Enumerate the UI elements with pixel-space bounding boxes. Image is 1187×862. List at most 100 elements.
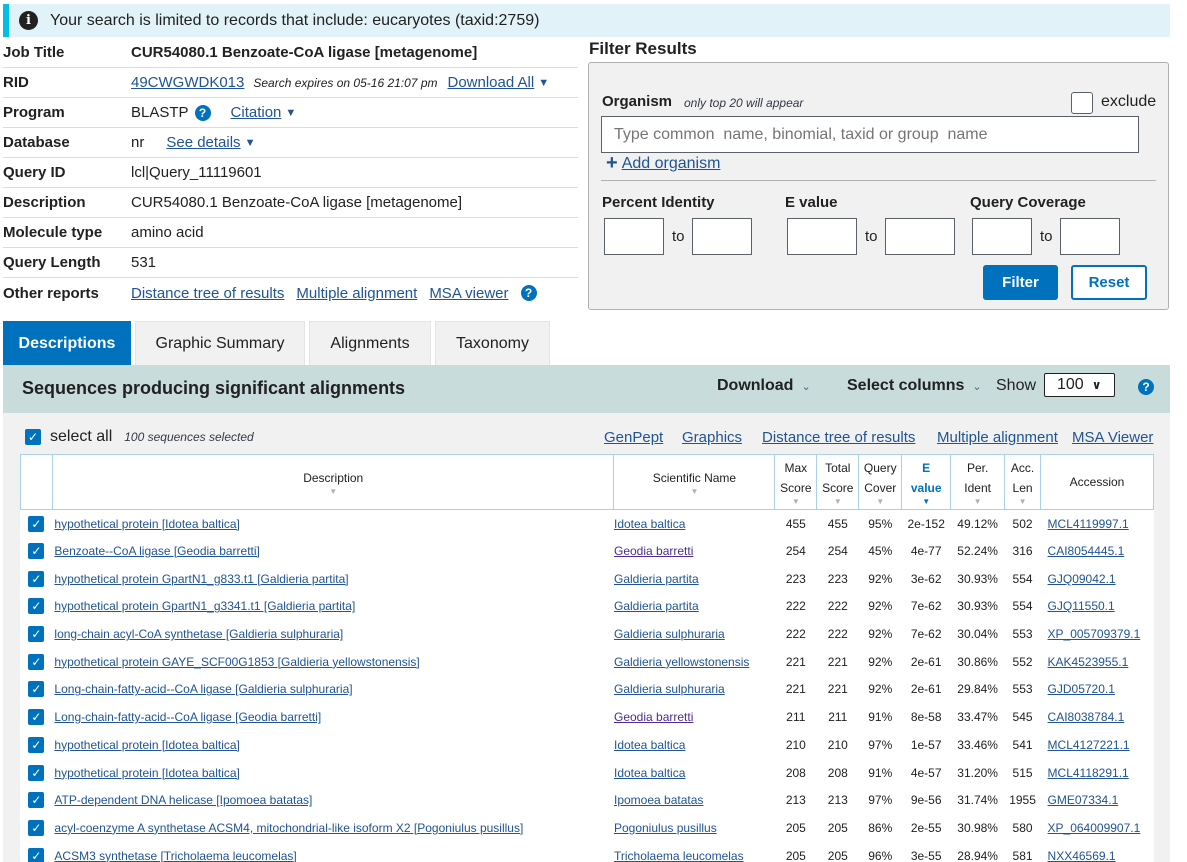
scientific-name-link[interactable]: Galdieria sulphuraria — [614, 627, 725, 641]
accession-link[interactable]: GME07334.1 — [1048, 793, 1119, 807]
row-checkbox[interactable]: ✓ — [28, 764, 45, 781]
msa-viewer-link[interactable]: MSA Viewer — [1072, 429, 1153, 446]
scientific-name-link[interactable]: Idotea baltica — [614, 738, 685, 752]
query-coverage-max-input[interactable] — [1060, 218, 1120, 255]
select-all-checkbox[interactable]: ✓ — [25, 429, 41, 445]
row-checkbox[interactable]: ✓ — [28, 626, 45, 643]
accession-link[interactable]: XP_005709379.1 — [1048, 627, 1141, 641]
scientific-name-link[interactable]: Pogoniulus pusillus — [614, 821, 717, 835]
graphics-link[interactable]: Graphics — [682, 429, 742, 446]
description-link[interactable]: hypothetical protein [Idotea baltica] — [54, 517, 239, 531]
row-checkbox[interactable]: ✓ — [28, 653, 45, 670]
scientific-name-link[interactable]: Idotea baltica — [614, 766, 685, 780]
row-checkbox[interactable]: ✓ — [28, 819, 45, 836]
percent-identity-min-input[interactable] — [604, 218, 664, 255]
scientific-name-link[interactable]: Geodia barretti — [614, 544, 693, 558]
organism-input[interactable] — [601, 116, 1139, 153]
row-checkbox[interactable]: ✓ — [28, 515, 45, 532]
header-accession[interactable]: Accession — [1040, 454, 1154, 510]
evalue-max-input[interactable] — [885, 218, 955, 255]
header-per-ident[interactable]: Per. Ident ▼ — [950, 454, 1006, 510]
accession-link[interactable]: GJQ11550.1 — [1048, 599, 1115, 613]
header-scientific-name[interactable]: Scientific Name ▼ — [613, 454, 776, 510]
download-all-link[interactable]: Download All — [448, 74, 535, 91]
description-link[interactable]: long-chain acyl-CoA synthetase [Galdieri… — [54, 627, 343, 641]
multiple-alignment-link[interactable]: Multiple alignment — [296, 285, 417, 302]
multiple-alignment-link[interactable]: Multiple alignment — [937, 429, 1058, 446]
select-columns-dropdown[interactable]: Select columns ⌄ — [847, 377, 982, 395]
scientific-name-link[interactable]: Galdieria partita — [614, 572, 699, 586]
select-all-control[interactable]: ✓ select all 100 sequences selected — [25, 428, 254, 446]
reset-button[interactable]: Reset — [1071, 265, 1147, 300]
description-link[interactable]: ATP-dependent DNA helicase [Ipomoea bata… — [54, 793, 312, 807]
msa-viewer-link[interactable]: MSA viewer — [429, 285, 508, 302]
header-evalue[interactable]: Evalue ▼ — [901, 454, 952, 510]
description-link[interactable]: hypothetical protein GpartN1_g3341.t1 [G… — [54, 599, 355, 613]
row-checkbox[interactable]: ✓ — [28, 709, 45, 726]
distance-tree-link[interactable]: Distance tree of results — [762, 429, 915, 446]
description-link[interactable]: hypothetical protein [Idotea baltica] — [54, 766, 239, 780]
row-checkbox[interactable]: ✓ — [28, 681, 45, 698]
row-checkbox[interactable]: ✓ — [28, 543, 45, 560]
tab-alignments[interactable]: Alignments — [309, 321, 431, 365]
header-query-cover[interactable]: Query Cover ▼ — [858, 454, 903, 510]
chevron-down-icon[interactable]: ▼ — [245, 137, 256, 149]
query-coverage-min-input[interactable] — [972, 218, 1032, 255]
download-dropdown[interactable]: Download ⌄ — [717, 377, 811, 395]
help-icon[interactable]: ? — [520, 285, 537, 301]
description-link[interactable]: Benzoate--CoA ligase [Geodia barretti] — [54, 544, 259, 558]
row-checkbox[interactable]: ✓ — [28, 598, 45, 615]
rid-link[interactable]: 49CWGWDK013 — [131, 74, 244, 91]
see-details-link[interactable]: See details — [166, 134, 240, 151]
description-link[interactable]: hypothetical protein GAYE_SCF00G1853 [Ga… — [54, 655, 419, 669]
description-link[interactable]: ACSM3 synthetase [Tricholaema leucomelas… — [54, 849, 296, 862]
scientific-name-link[interactable]: Idotea baltica — [614, 517, 685, 531]
scientific-name-link[interactable]: Ipomoea batatas — [614, 793, 703, 807]
scientific-name-link[interactable]: Galdieria sulphuraria — [614, 682, 725, 696]
tab-taxonomy[interactable]: Taxonomy — [435, 321, 550, 365]
description-link[interactable]: hypothetical protein GpartN1_g833.t1 [Ga… — [54, 572, 348, 586]
scientific-name-link[interactable]: Tricholaema leucomelas — [614, 849, 744, 862]
exclude-checkbox[interactable] — [1071, 92, 1093, 114]
row-checkbox[interactable]: ✓ — [28, 847, 45, 862]
accession-link[interactable]: MCL4127221.1 — [1048, 738, 1130, 752]
header-description[interactable]: Description ▼ — [51, 454, 615, 510]
accession-link[interactable]: MCL4119997.1 — [1048, 517, 1129, 531]
accession-link[interactable]: MCL4118291.1 — [1048, 766, 1129, 780]
accession-link[interactable]: CAI8038784.1 — [1048, 710, 1125, 724]
accession-link[interactable]: XP_064009907.1 — [1048, 821, 1141, 835]
accession-link[interactable]: CAI8054445.1 — [1048, 544, 1125, 558]
accession-link[interactable]: GJD05720.1 — [1048, 682, 1115, 696]
row-checkbox[interactable]: ✓ — [28, 570, 45, 587]
description-link[interactable]: acyl-coenzyme A synthetase ACSM4, mitoch… — [54, 821, 523, 835]
description-link[interactable]: Long-chain-fatty-acid--CoA ligase [Geodi… — [54, 710, 321, 724]
chevron-down-icon[interactable]: ▼ — [538, 77, 549, 89]
accession-link[interactable]: GJQ09042.1 — [1048, 572, 1116, 586]
description-link[interactable]: Long-chain-fatty-acid--CoA ligase [Galdi… — [54, 682, 352, 696]
tab-graphic-summary[interactable]: Graphic Summary — [135, 321, 305, 365]
citation-link[interactable]: Citation — [231, 104, 282, 121]
row-checkbox[interactable]: ✓ — [28, 736, 45, 753]
help-icon[interactable]: ? — [1138, 379, 1154, 395]
help-icon[interactable]: ? — [194, 104, 211, 121]
genpept-link[interactable]: GenPept — [604, 429, 663, 446]
scientific-name-link[interactable]: Galdieria yellowstonensis — [614, 655, 749, 669]
percent-identity-max-input[interactable] — [692, 218, 752, 255]
scientific-name-link[interactable]: Geodia barretti — [614, 710, 693, 724]
chevron-down-icon[interactable]: ▼ — [285, 107, 296, 119]
header-max-score[interactable]: Max Score ▼ — [774, 454, 818, 510]
add-organism-label[interactable]: Add organism — [622, 155, 721, 173]
header-total-score[interactable]: Total Score ▼ — [816, 454, 860, 510]
add-organism-link[interactable]: + Add organism — [606, 152, 720, 175]
evalue-min-input[interactable] — [787, 218, 857, 255]
row-checkbox[interactable]: ✓ — [28, 792, 45, 809]
accession-link[interactable]: NXX46569.1 — [1048, 849, 1116, 862]
tab-descriptions[interactable]: Descriptions — [3, 321, 131, 365]
header-acc-len[interactable]: Acc. Len ▼ — [1004, 454, 1042, 510]
accession-link[interactable]: KAK4523955.1 — [1048, 655, 1129, 669]
distance-tree-link[interactable]: Distance tree of results — [131, 285, 284, 302]
scientific-name-link[interactable]: Galdieria partita — [614, 599, 699, 613]
description-link[interactable]: hypothetical protein [Idotea baltica] — [54, 738, 239, 752]
show-count-select[interactable]: 100 ∨ — [1044, 373, 1115, 397]
filter-button[interactable]: Filter — [983, 265, 1058, 300]
